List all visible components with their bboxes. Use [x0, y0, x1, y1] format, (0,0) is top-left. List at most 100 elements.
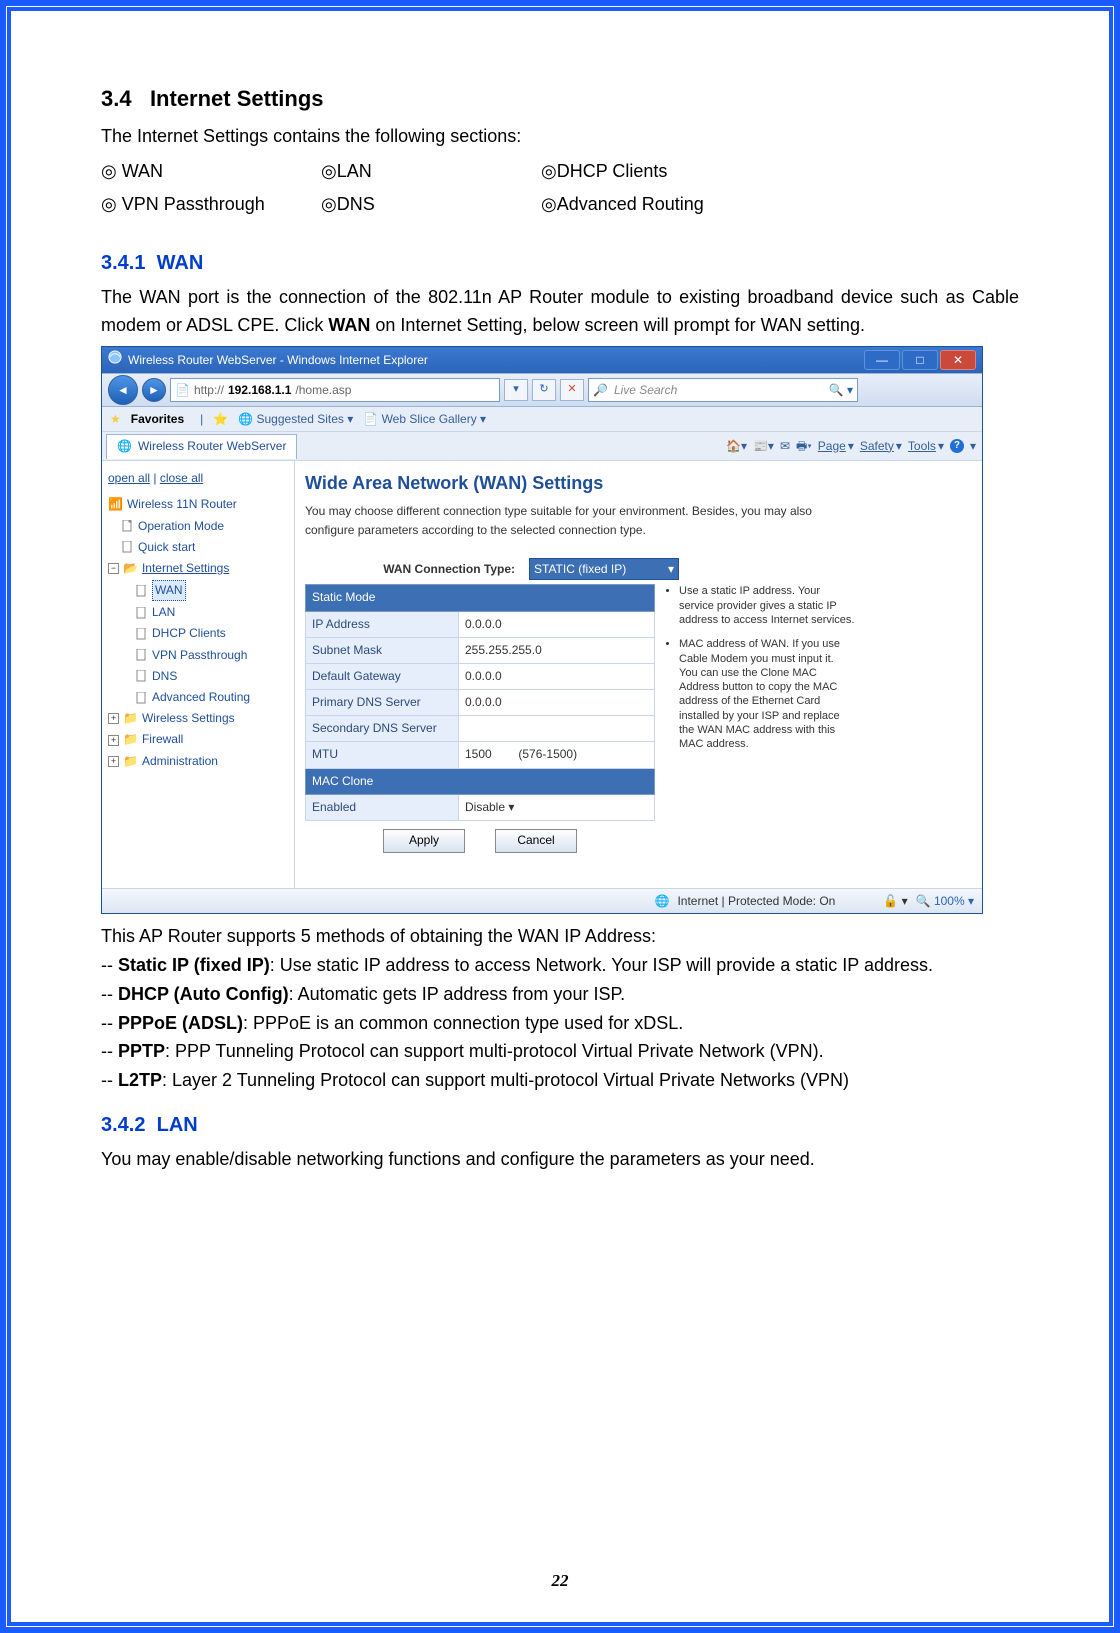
m5t: : Layer 2 Tunneling Protocol can support… [162, 1070, 849, 1090]
expand-icon[interactable]: + [108, 756, 119, 767]
page-icon [122, 520, 134, 532]
tree-dns[interactable]: DNS [152, 667, 177, 686]
folder-icon: 📁 [123, 730, 138, 749]
s342-num: 3.4.2 [101, 1114, 145, 1136]
conn-type-select[interactable]: STATIC (fixed IP)▾ [529, 558, 679, 580]
maximize-button[interactable]: □ [902, 350, 938, 370]
tree-vpn[interactable]: VPN Passthrough [152, 646, 247, 665]
main-panel: Wide Area Network (WAN) Settings You may… [295, 461, 982, 888]
expand-icon[interactable]: + [108, 735, 119, 746]
dropdown-button[interactable]: ▾ [504, 379, 528, 401]
print-icon[interactable]: 🖶▾ [796, 437, 812, 456]
mask-input[interactable]: 255.255.255.0 [459, 637, 655, 663]
refresh-button[interactable]: ↻ [532, 379, 556, 401]
stop-button[interactable]: ✕ [560, 379, 584, 401]
dns2-label: Secondary DNS Server [306, 716, 459, 742]
zoom-control[interactable]: 🔍 100% ▾ [916, 892, 974, 911]
suggested-label: Suggested Sites [257, 412, 344, 426]
page-small-icon: 📄 [363, 412, 378, 426]
ip-label: IP Address [306, 611, 459, 637]
section-list: ◎ WAN ◎LAN ◎DHCP Clients ◎ VPN Passthrou… [101, 157, 1019, 219]
open-all-link[interactable]: open all [108, 471, 150, 485]
tab-label: Wireless Router WebServer [138, 437, 287, 456]
tree-quickstart[interactable]: Quick start [138, 538, 195, 557]
cancel-button[interactable]: Cancel [495, 829, 577, 853]
favorites-label[interactable]: Favorites [131, 410, 184, 429]
static-table: Static Mode IP Address0.0.0.0 Subnet Mas… [305, 584, 655, 821]
tree-dhcp[interactable]: DHCP Clients [152, 624, 226, 643]
hint-mac: MAC address of WAN. If you use Cable Mod… [679, 637, 855, 751]
tree-wireless[interactable]: Wireless Settings [142, 709, 235, 728]
safety-menu[interactable]: Safety▾ [860, 437, 902, 456]
tree-firewall[interactable]: Firewall [142, 730, 183, 749]
search-box[interactable]: 🔎 Live Search 🔍 ▾ [588, 378, 858, 402]
feeds-icon[interactable]: 📰▾ [753, 437, 774, 456]
back-button[interactable]: ◄ [108, 375, 138, 405]
p341b: WAN [328, 315, 370, 335]
ie-icon [108, 350, 122, 370]
command-bar: 🏠▾ 📰▾ ✉ 🖶▾ Page▾ Safety▾ Tools▾ ?▾ [726, 437, 982, 456]
panel-subtitle: You may choose different connection type… [305, 502, 835, 540]
collapse-icon[interactable]: − [108, 563, 119, 574]
home-icon[interactable]: 🏠▾ [726, 437, 747, 456]
item-vpn: ◎ VPN Passthrough [101, 190, 321, 219]
search-go-icon[interactable]: 🔍 ▾ [829, 381, 853, 400]
gw-input[interactable]: 0.0.0.0 [459, 663, 655, 689]
close-all-link[interactable]: close all [160, 471, 203, 485]
section-intro: The Internet Settings contains the follo… [101, 122, 1019, 151]
macclone-select[interactable]: Disable ▾ [459, 794, 655, 820]
minimize-button[interactable]: — [864, 350, 900, 370]
page-menu[interactable]: Page▾ [818, 437, 854, 456]
help-icon[interactable]: ? [950, 439, 964, 453]
tree-wan[interactable]: WAN [152, 580, 186, 601]
panel-title: Wide Area Network (WAN) Settings [305, 469, 972, 498]
web-slice-link[interactable]: 📄 Web Slice Gallery ▾ [363, 410, 486, 429]
dns2-input[interactable] [459, 716, 655, 742]
item-advrouting: ◎Advanced Routing [541, 190, 841, 219]
status-bar: 🌐 Internet | Protected Mode: On 🔓 ▾ 🔍 10… [102, 888, 982, 913]
tools-menu[interactable]: Tools▾ [908, 437, 944, 456]
macclone-header: MAC Clone [306, 768, 655, 794]
security-icon[interactable]: 🔓 ▾ [883, 892, 907, 911]
add-fav-icon[interactable]: ⭐ [213, 410, 228, 429]
router-icon: 📶 [108, 495, 123, 514]
macclone-value: Disable [465, 800, 505, 814]
mask-label: Subnet Mask [306, 637, 459, 663]
expand-icon[interactable]: + [108, 713, 119, 724]
mtu-range: (576-1500) [518, 747, 577, 761]
page-number: 22 [11, 1567, 1109, 1594]
gw-label: Default Gateway [306, 663, 459, 689]
mtu-input[interactable]: 1500 [465, 747, 492, 761]
ip-input[interactable]: 0.0.0.0 [459, 611, 655, 637]
mail-icon[interactable]: ✉ [780, 437, 790, 456]
conn-type-value: STATIC (fixed IP) [534, 560, 626, 579]
folder-icon: 📁 [123, 752, 138, 771]
tree-root[interactable]: Wireless 11N Router [127, 495, 237, 514]
tree-internet[interactable]: Internet Settings [142, 559, 229, 578]
tree-opmode[interactable]: Operation Mode [138, 517, 224, 536]
page-icon [136, 628, 148, 640]
dns1-input[interactable]: 0.0.0.0 [459, 690, 655, 716]
m3t: : PPPoE is an common connection type use… [243, 1013, 683, 1033]
tree-advroute[interactable]: Advanced Routing [152, 688, 250, 707]
address-bar[interactable]: 📄 http://192.168.1.1/home.asp [170, 378, 500, 402]
p-342: You may enable/disable networking functi… [101, 1145, 1019, 1174]
m2t: : Automatic gets IP address from your IS… [289, 984, 626, 1004]
page-menu-label: Page [818, 437, 846, 456]
forward-button[interactable]: ► [142, 378, 166, 402]
mtu-cell[interactable]: 1500 (576-1500) [459, 742, 655, 768]
section-num: 3.4 [101, 86, 132, 111]
method-2: -- DHCP (Auto Config): Automatic gets IP… [101, 980, 1019, 1009]
tree-admin[interactable]: Administration [142, 752, 218, 771]
favorites-star-icon[interactable]: ★ [110, 410, 121, 429]
url-prefix: http:// [194, 381, 224, 400]
ie-tab-icon: 🌐 [117, 437, 132, 456]
apply-button[interactable]: Apply [383, 829, 465, 853]
close-button[interactable]: ✕ [940, 350, 976, 370]
m1b: Static IP (fixed IP) [118, 955, 270, 975]
tab-active[interactable]: 🌐 Wireless Router WebServer [106, 434, 297, 459]
m5b: L2TP [118, 1070, 162, 1090]
suggested-sites-link[interactable]: 🌐 Suggested Sites ▾ [238, 410, 353, 429]
tree-lan[interactable]: LAN [152, 603, 175, 622]
search-placeholder: Live Search [614, 381, 677, 400]
